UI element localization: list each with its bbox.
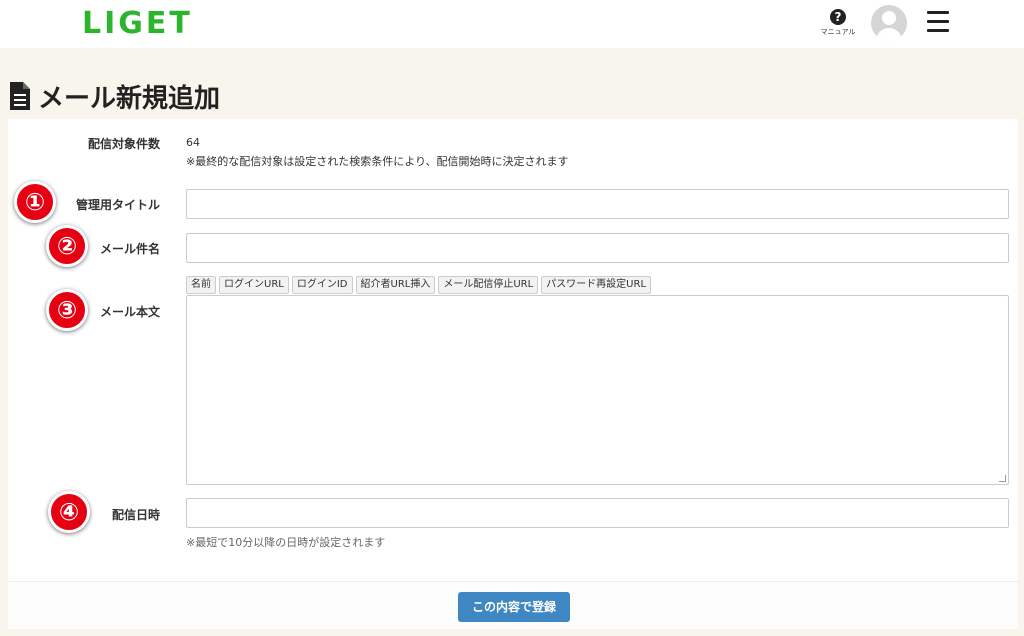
tag-name-button[interactable]: 名前 — [186, 276, 216, 294]
form-panel: 配信対象件数 64 ※最終的な配信対象は設定された検索条件により、配信開始時に決… — [8, 119, 1018, 629]
mail-body-textarea[interactable] — [186, 295, 1009, 485]
question-icon: ? — [830, 9, 846, 25]
tag-referrer-url-button[interactable]: 紹介者URL挿入 — [355, 276, 436, 294]
send-datetime-label: 配信日時 — [111, 508, 160, 522]
mail-subject-input[interactable] — [186, 233, 1009, 263]
mail-subject-label: メール件名 — [99, 242, 160, 256]
target-count-note: ※最終的な配信対象は設定された検索条件により、配信開始時に決定されます — [186, 155, 569, 168]
admin-title-input[interactable] — [186, 189, 1009, 219]
send-datetime-note: ※最短で10分以降の日時が設定されます — [186, 536, 386, 549]
manual-label: マニュアル — [820, 28, 856, 36]
tag-login-url-button[interactable]: ログインURL — [219, 276, 289, 294]
page-heading: メール新規追加 — [38, 83, 221, 114]
insert-tag-toolbar: 名前 ログインURL ログインID 紹介者URL挿入 メール配信停止URL パス… — [186, 276, 652, 294]
target-count-value: 64 — [186, 136, 200, 149]
resize-grip-icon[interactable] — [999, 475, 1006, 482]
send-datetime-input[interactable] — [186, 498, 1009, 528]
tag-login-id-button[interactable]: ログインID — [291, 276, 353, 294]
target-count-label: 配信対象件数 — [87, 137, 160, 151]
user-avatar[interactable] — [871, 5, 907, 41]
tag-password-reset-url-button[interactable]: パスワード再設定URL — [541, 276, 652, 294]
manual-link[interactable]: ? マニュアル — [818, 6, 858, 37]
liget-logo[interactable]: LIGET — [82, 6, 193, 41]
submit-button[interactable]: この内容で登録 — [458, 592, 570, 622]
hamburger-menu-icon[interactable] — [927, 11, 949, 35]
admin-title-label: 管理用タイトル — [75, 198, 160, 212]
document-icon — [10, 82, 30, 110]
tag-unsubscribe-url-button[interactable]: メール配信停止URL — [438, 276, 539, 294]
mail-body-label: メール本文 — [99, 305, 160, 319]
page-title: メール新規追加 — [8, 78, 220, 114]
top-header: LIGET ? マニュアル — [0, 0, 1024, 48]
